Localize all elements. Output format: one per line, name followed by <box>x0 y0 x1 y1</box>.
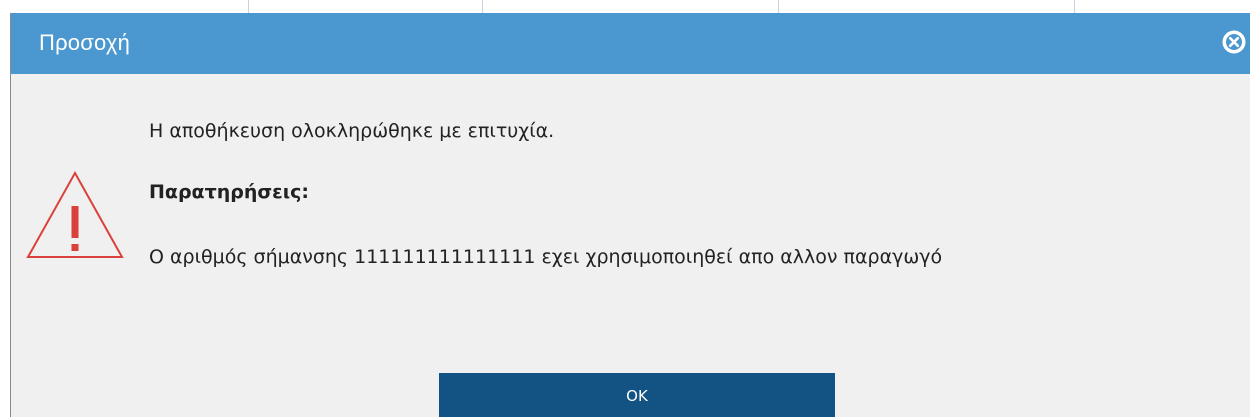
remark-text: Ο αριθμός σήμανσης 111111111111111 εχει … <box>149 246 943 268</box>
dialog-title: Προσοχή <box>39 30 131 55</box>
success-message: Η αποθήκευση ολοκληρώθηκε με επιτυχία. <box>149 120 555 142</box>
background-divider <box>248 0 249 14</box>
ok-button[interactable]: OK <box>439 373 835 417</box>
warning-triangle-icon <box>24 169 126 263</box>
close-icon[interactable] <box>1221 29 1247 55</box>
remarks-label: Παρατηρήσεις: <box>149 181 310 203</box>
background-divider <box>1074 0 1075 14</box>
background-divider <box>778 0 779 14</box>
alert-dialog: Προσοχή Η αποθήκευση ολοκληρώθηκε με επι… <box>10 13 1250 417</box>
dialog-titlebar: Προσοχή <box>11 13 1250 74</box>
background-divider <box>482 0 483 14</box>
